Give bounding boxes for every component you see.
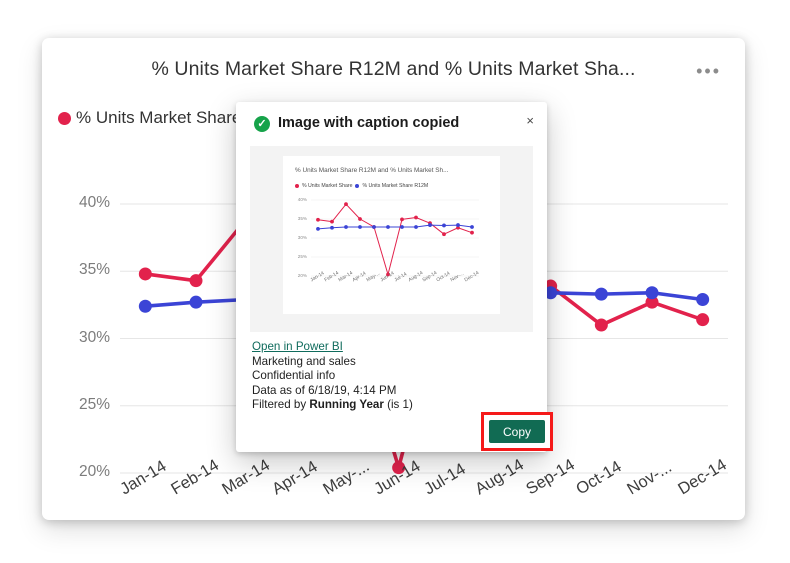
thumb-y-tick-label: 20% bbox=[297, 273, 307, 278]
caption-sensitivity: Confidential info bbox=[252, 369, 336, 383]
dialog-title: Image with caption copied bbox=[278, 115, 460, 131]
copy-confirmation-dialog: ✓ Image with caption copied × % Units Ma… bbox=[236, 102, 547, 452]
caption-filter: Filtered by Running Year (is 1) bbox=[252, 398, 413, 413]
thumbnail-legend: % Units Market Share % Units Market Shar… bbox=[295, 183, 428, 189]
dialog-header: ✓ Image with caption copied × bbox=[236, 102, 547, 144]
thumb-y-tick-label: 30% bbox=[297, 235, 307, 240]
check-circle-icon: ✓ bbox=[254, 116, 270, 132]
open-in-power-bi-link[interactable]: Open in Power BI bbox=[252, 340, 343, 355]
y-tick-label: 25% bbox=[78, 395, 110, 413]
thumb-y-tick-label: 25% bbox=[297, 254, 307, 259]
y-tick-label: 30% bbox=[78, 328, 110, 346]
screen: % Units Market Share R12M and % Units Ma… bbox=[0, 0, 790, 563]
image-preview-panel: % Units Market Share R12M and % Units Ma… bbox=[250, 146, 533, 332]
caption-workspace: Marketing and sales bbox=[252, 354, 356, 368]
caption-block: Open in Power BI Marketing and sales Con… bbox=[252, 340, 413, 413]
thumbnail-canvas bbox=[311, 199, 479, 277]
y-tick-label: 35% bbox=[78, 261, 110, 279]
thumb-legend-marker-series-2 bbox=[355, 184, 360, 188]
caption-filter-prefix: Filtered by bbox=[252, 398, 310, 412]
thumbnail-chart: % Units Market Share R12M and % Units Ma… bbox=[283, 156, 500, 314]
thumb-legend-marker-series-1 bbox=[295, 184, 299, 188]
thumb-legend-label-series-1: % Units Market Share bbox=[302, 183, 353, 189]
thumb-y-tick-label: 40% bbox=[297, 197, 307, 202]
close-icon[interactable]: × bbox=[526, 114, 534, 128]
thumbnail-plot: 40% 35% 30% 25% 20% Jan-14 Feb-14 Mar-14 Apr-14… bbox=[283, 192, 500, 314]
caption-data-as-of: Data as of 6/18/19, 4:14 PM bbox=[252, 383, 397, 397]
thumb-legend-label-series-2: % Units Market Share R12M bbox=[362, 183, 429, 189]
caption-filter-value: (is 1) bbox=[383, 398, 413, 412]
thumb-y-tick-label: 35% bbox=[297, 216, 307, 221]
y-tick-label: 20% bbox=[78, 463, 110, 480]
copy-button[interactable]: Copy bbox=[489, 420, 545, 443]
caption-filter-name: Running Year bbox=[309, 398, 384, 412]
y-tick-label: 40% bbox=[78, 194, 110, 211]
thumbnail-title: % Units Market Share R12M and % Units Ma… bbox=[295, 167, 449, 174]
